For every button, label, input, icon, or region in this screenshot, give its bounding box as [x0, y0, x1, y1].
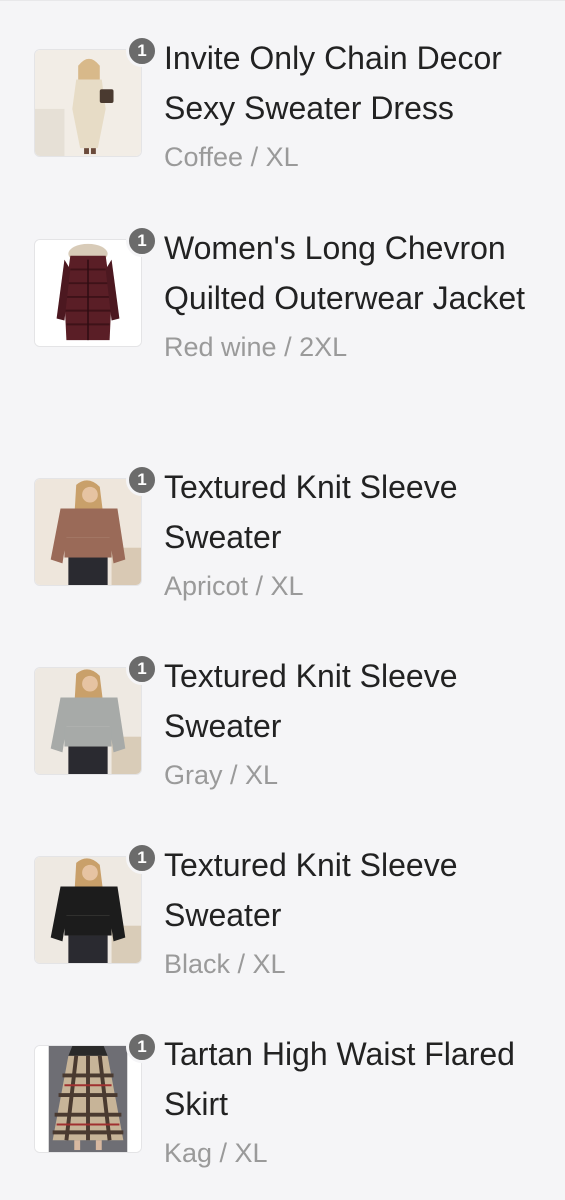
black-sweater-product-image[interactable] [34, 856, 142, 964]
cart-item-info: Tartan High Waist Flared Skirt Kag / XL [164, 1036, 559, 1173]
product-title[interactable]: Textured Knit Sleeve Sweater [164, 462, 559, 562]
product-variant: Apricot / XL [164, 571, 304, 601]
quantity-badge: 1 [126, 1031, 158, 1063]
quantity-badge: 1 [126, 35, 158, 67]
quantity-badge: 1 [126, 225, 158, 257]
cart-item-info: Textured Knit Sleeve Sweater Black / XL [164, 847, 559, 984]
sweater-dress-product-image[interactable] [34, 49, 142, 157]
tartan-skirt-product-image[interactable] [34, 1045, 142, 1153]
quilted-jacket-product-image[interactable] [34, 239, 142, 347]
cart-item-info: Textured Knit Sleeve Sweater Gray / XL [164, 658, 559, 795]
quantity-badge: 1 [126, 653, 158, 685]
cart-item-info: Invite Only Chain Decor Sexy Sweater Dre… [164, 40, 559, 177]
product-title[interactable]: Textured Knit Sleeve Sweater [164, 840, 559, 940]
quantity-badge: 1 [126, 842, 158, 874]
apricot-sweater-product-image[interactable] [34, 478, 142, 586]
cart-item-list-page: 1 Invite Only Chain Decor Sexy Sweater D… [0, 0, 565, 1200]
cart-item-info: Women's Long Chevron Quilted Outerwear J… [164, 230, 559, 367]
cart-item-info: Textured Knit Sleeve Sweater Apricot / X… [164, 469, 559, 606]
product-title[interactable]: Tartan High Waist Flared Skirt [164, 1029, 559, 1129]
product-variant: Gray / XL [164, 760, 279, 790]
product-variant: Black / XL [164, 949, 286, 979]
product-title[interactable]: Women's Long Chevron Quilted Outerwear J… [164, 223, 559, 323]
product-variant: Coffee / XL [164, 142, 299, 172]
product-title[interactable]: Invite Only Chain Decor Sexy Sweater Dre… [164, 33, 559, 133]
quantity-badge: 1 [126, 464, 158, 496]
product-title[interactable]: Textured Knit Sleeve Sweater [164, 651, 559, 751]
gray-sweater-product-image[interactable] [34, 667, 142, 775]
product-variant: Red wine / 2XL [164, 332, 348, 362]
product-variant: Kag / XL [164, 1138, 268, 1168]
